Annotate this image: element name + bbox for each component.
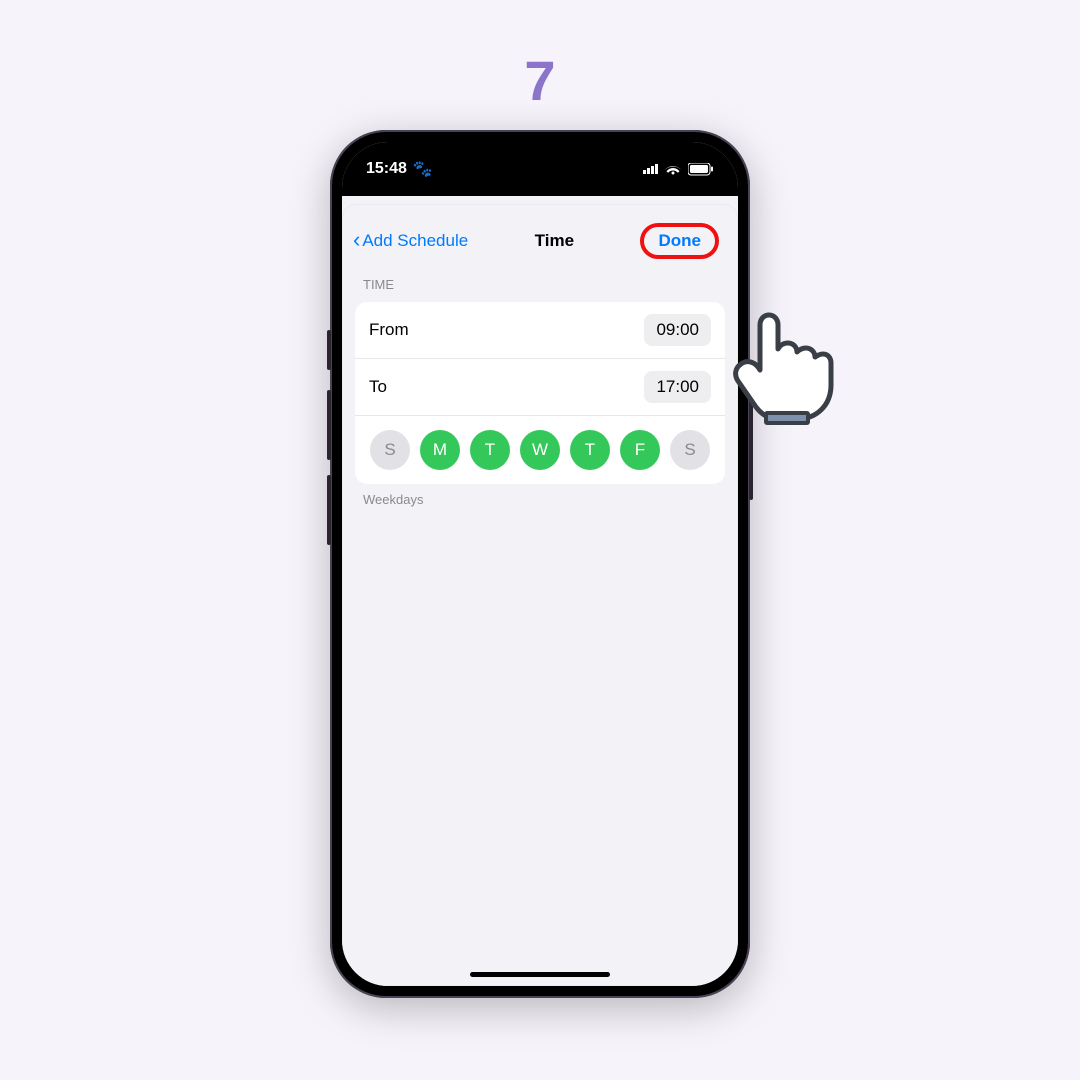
back-button[interactable]: ‹ Add Schedule: [353, 230, 468, 252]
done-highlight: Done: [640, 223, 719, 259]
statusbar-time: 15:48: [366, 160, 407, 178]
to-value[interactable]: 17:00: [644, 371, 711, 403]
dynamic-island-icon: [480, 160, 600, 194]
phone-screen: 15:48 🐾 ‹ Add Schedule Time Done TIME: [342, 142, 738, 986]
day-toggle-2[interactable]: T: [470, 430, 510, 470]
day-toggle-4[interactable]: T: [570, 430, 610, 470]
phone-frame: 15:48 🐾 ‹ Add Schedule Time Done TIME: [330, 130, 750, 998]
step-number: 7: [0, 48, 1080, 113]
day-toggle-3[interactable]: W: [520, 430, 560, 470]
to-row[interactable]: To 17:00: [355, 359, 725, 416]
wifi-icon: [664, 162, 682, 176]
to-label: To: [369, 377, 387, 397]
back-label: Add Schedule: [362, 231, 468, 251]
from-value[interactable]: 09:00: [644, 314, 711, 346]
page-title: Time: [535, 231, 574, 251]
day-toggle-5[interactable]: F: [620, 430, 660, 470]
day-toggle-0[interactable]: S: [370, 430, 410, 470]
navigation-bar: ‹ Add Schedule Time Done: [343, 213, 737, 273]
battery-icon: [688, 163, 714, 176]
done-button[interactable]: Done: [644, 227, 715, 255]
from-label: From: [369, 320, 409, 340]
home-indicator-icon[interactable]: [470, 972, 610, 977]
volume-down-icon: [327, 475, 331, 545]
chevron-left-icon: ‹: [353, 229, 360, 251]
day-toggle-1[interactable]: M: [420, 430, 460, 470]
volume-up-icon: [327, 390, 331, 460]
cellular-icon: [643, 164, 658, 174]
days-caption: Weekdays: [343, 484, 737, 515]
modal-sheet: ‹ Add Schedule Time Done TIME From 09:00…: [342, 204, 738, 986]
time-list: From 09:00 To 17:00 SMTWTFS: [355, 302, 725, 484]
silence-switch-icon: [327, 330, 331, 370]
day-toggle-6[interactable]: S: [670, 430, 710, 470]
day-selector: SMTWTFS: [355, 416, 725, 484]
paw-icon: 🐾: [413, 159, 433, 179]
from-row[interactable]: From 09:00: [355, 302, 725, 359]
section-header: TIME: [343, 273, 737, 296]
power-button-icon: [749, 400, 753, 500]
